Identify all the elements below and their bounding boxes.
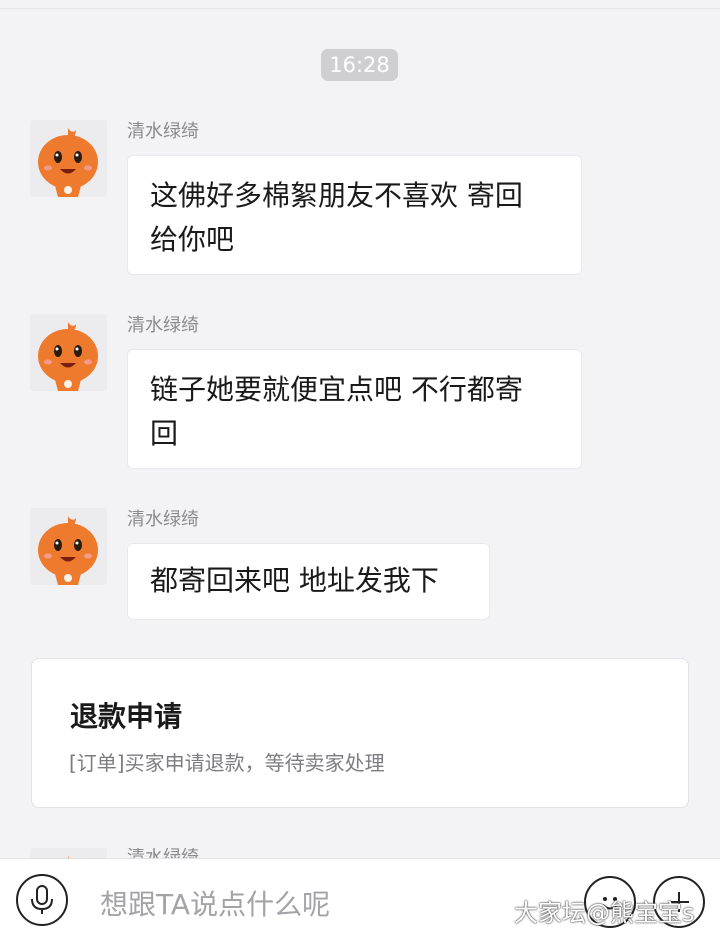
refund-request-card[interactable]: 退款申请 [订单]买家申请退款，等待卖家处理 (31, 658, 689, 808)
mascot-avatar-icon (38, 128, 98, 197)
message-timestamp: 16:28 (321, 49, 398, 81)
voice-input-button[interactable] (16, 874, 68, 926)
sender-name: 清水绿绮 (127, 509, 199, 530)
message-bubble[interactable]: 链子她要就便宜点吧 不行都寄 回 (127, 349, 582, 469)
microphone-icon (31, 885, 53, 914)
sender-name: 清水绿绮 (127, 315, 199, 336)
message-input-field[interactable]: 想跟TA说点什么呢 (100, 883, 330, 923)
avatar[interactable] (30, 314, 107, 391)
message-line: 回 (150, 417, 179, 450)
message-bubble[interactable]: 都寄回来吧 地址发我下 (127, 543, 490, 620)
sender-name: 清水绿绮 (127, 121, 199, 142)
message-line: 都寄回来吧 地址发我下 (150, 564, 439, 597)
top-divider (0, 8, 720, 9)
refund-card-title: 退款申请 (70, 700, 183, 733)
avatar[interactable] (30, 508, 107, 585)
message-line: 链子她要就便宜点吧 不行都寄 (150, 373, 523, 406)
avatar[interactable] (30, 120, 107, 197)
message-line: 这佛好多棉絮朋友不喜欢 寄回 (150, 179, 523, 212)
mascot-avatar-icon (38, 516, 98, 585)
refund-card-description: [订单]买家申请退款，等待卖家处理 (69, 751, 385, 775)
watermark: 大家坛@熊宝宝s (514, 899, 695, 927)
message-bubble[interactable]: 这佛好多棉絮朋友不喜欢 寄回 给你吧 (127, 155, 582, 275)
message-line: 给你吧 (150, 223, 235, 256)
mascot-avatar-icon (38, 322, 98, 391)
